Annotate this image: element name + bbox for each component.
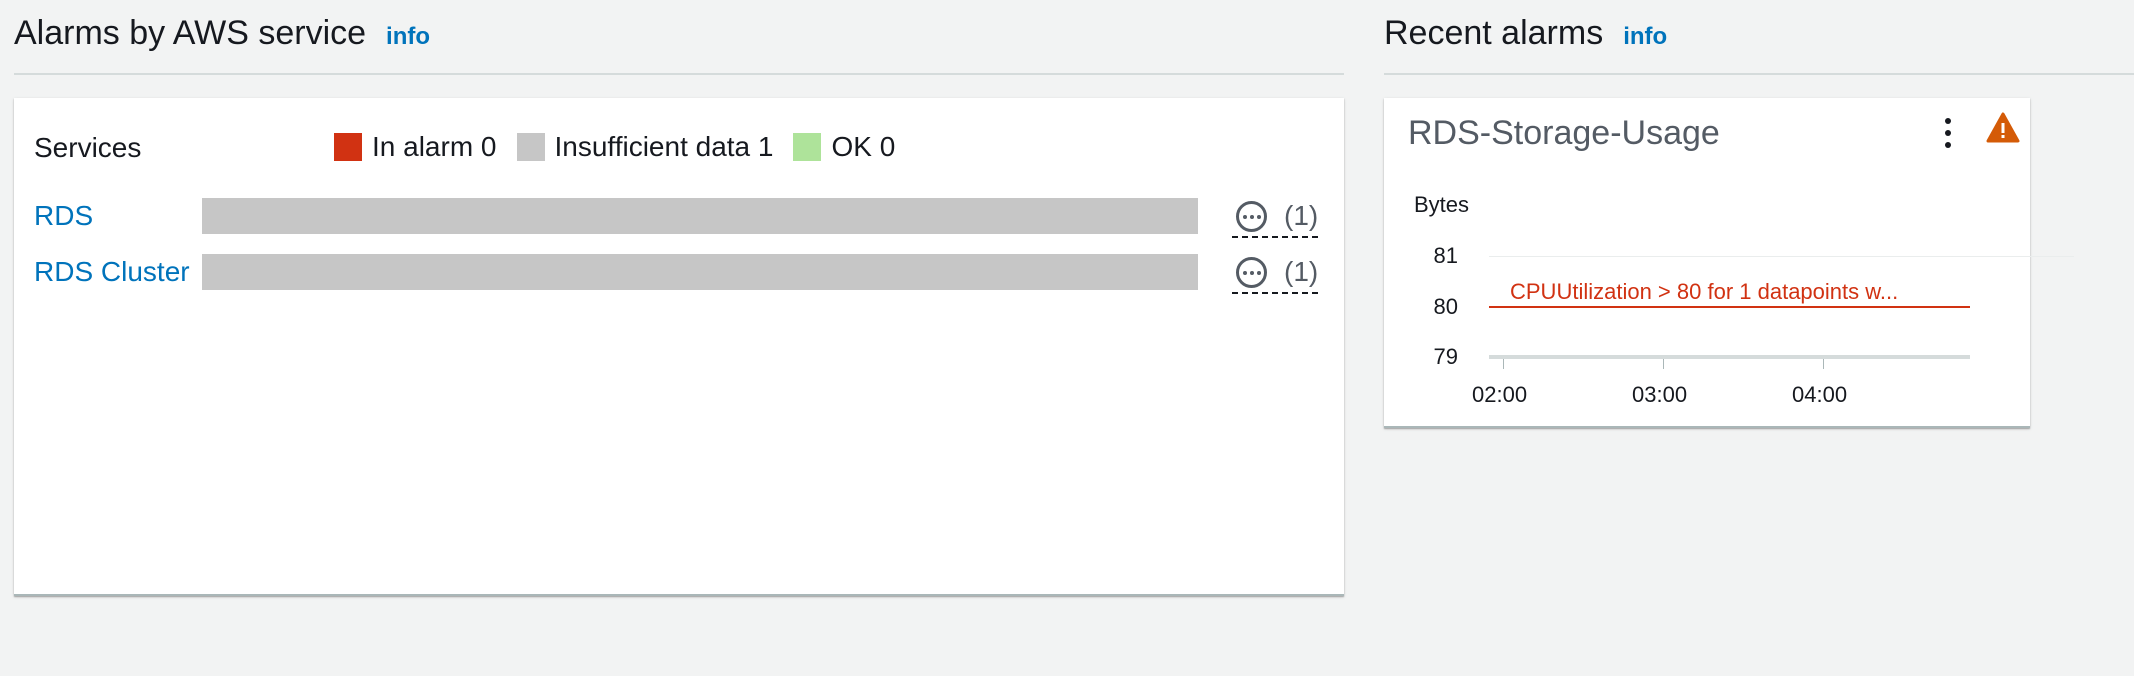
ok-swatch: [793, 133, 822, 161]
threshold-line: [1489, 306, 1970, 308]
x-tick-0400: 04:00: [1792, 382, 1848, 407]
warning-icon: [1986, 112, 2020, 143]
alarms-by-service-divider: [14, 73, 1344, 75]
recent-alarms-title: Recent alarms: [1384, 14, 1604, 52]
y-tick-80: 80: [1433, 294, 1458, 319]
alarm-widget-title[interactable]: RDS-Storage-Usage: [1408, 114, 1720, 153]
service-row-rds: RDS (1): [34, 198, 1334, 238]
service-count-rds-cluster: (1): [1284, 256, 1319, 287]
service-count-underline: [1232, 236, 1318, 238]
service-count-rds: (1): [1284, 200, 1319, 231]
more-options-icon[interactable]: [1236, 257, 1267, 288]
recent-alarms-divider: [1384, 73, 2134, 75]
service-count-underline: [1232, 292, 1318, 294]
x-tickmark: [1663, 359, 1664, 369]
service-link-rds[interactable]: RDS: [34, 200, 93, 232]
kebab-menu-icon[interactable]: [1942, 118, 1954, 148]
service-link-rds-cluster[interactable]: RDS Cluster: [34, 256, 190, 288]
alarms-by-service-title: Alarms by AWS service: [14, 14, 367, 52]
x-tick-0200: 02:00: [1472, 382, 1528, 407]
legend-in-alarm-label: In alarm 0: [372, 131, 497, 162]
service-bar-rds[interactable]: [202, 198, 1198, 234]
recent-alarms-header: Recent alarms info: [1384, 14, 1667, 53]
x-tickmark: [1503, 359, 1504, 369]
x-tick-0300: 03:00: [1632, 382, 1688, 407]
services-label: Services: [34, 132, 142, 163]
status-legend: In alarm 0 Insufficient data 1 OK 0: [334, 131, 915, 163]
alarm-widget-rds-storage-usage: RDS-Storage-Usage Bytes 81 80 79 CPUUtil…: [1384, 98, 2074, 428]
alarms-by-service-panel: Services In alarm 0 Insufficient data 1 …: [14, 98, 1344, 596]
legend-ok-label: OK 0: [831, 131, 896, 162]
threshold-label: CPUUtilization > 80 for 1 datapoints w..…: [1510, 279, 1899, 304]
chart-baseline: [1489, 355, 1970, 359]
service-row-rds-cluster: RDS Cluster (1): [34, 254, 1334, 294]
more-options-icon[interactable]: [1236, 201, 1267, 232]
legend-insufficient-data-label: Insufficient data 1: [554, 131, 774, 162]
alarms-by-service-header: Alarms by AWS service info: [14, 14, 430, 53]
alarms-by-service-info-link[interactable]: info: [386, 23, 430, 51]
y-tick-81: 81: [1433, 243, 1458, 268]
legend-ok: OK 0: [793, 131, 895, 163]
y-tick-79: 79: [1433, 344, 1458, 369]
y-axis-unit: Bytes: [1414, 192, 1470, 217]
x-tickmark: [1823, 359, 1824, 369]
legend-insufficient-data: Insufficient data 1: [516, 131, 774, 163]
in-alarm-swatch: [334, 133, 362, 161]
insufficient-data-swatch: [516, 133, 545, 161]
gridline: [1489, 256, 2074, 257]
service-bar-rds-cluster[interactable]: [202, 254, 1198, 290]
legend-in-alarm: In alarm 0: [334, 131, 497, 163]
recent-alarms-info-link[interactable]: info: [1623, 23, 1667, 51]
